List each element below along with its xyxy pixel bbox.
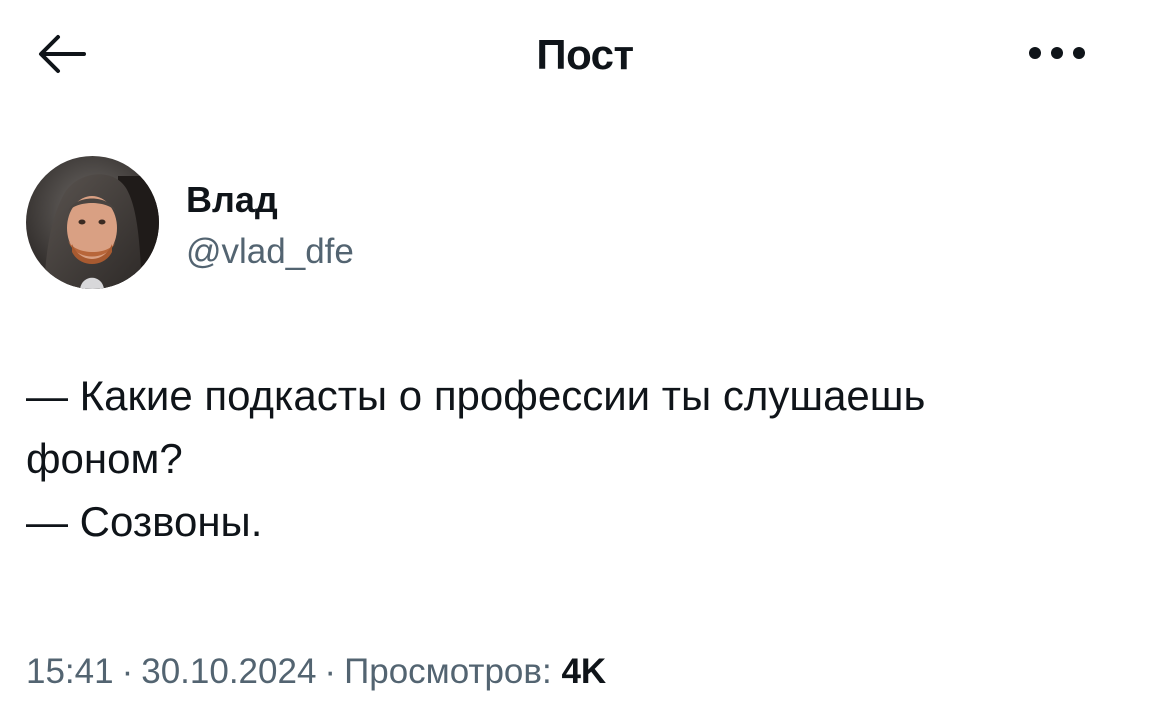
avatar-photo xyxy=(26,156,159,289)
post-time[interactable]: 15:41 xyxy=(26,652,114,691)
meta-separator: · xyxy=(324,652,337,691)
post-text-line: — Какие подкасты о профессии ты слушаешь xyxy=(26,372,926,419)
post-text-line: фоном? xyxy=(26,435,183,482)
views-count[interactable]: 4K xyxy=(561,652,606,691)
author-display-name[interactable]: Влад xyxy=(186,178,278,222)
page-title: Пост xyxy=(536,31,634,78)
more-dots-icon xyxy=(1029,47,1085,59)
post-meta: 15:41 · 30.10.2024 · Просмотров: 4K xyxy=(26,648,606,696)
avatar[interactable] xyxy=(26,156,159,289)
top-bar: Пост xyxy=(0,0,1170,112)
post-text-line: — Созвоны. xyxy=(26,498,263,545)
author-handle[interactable]: @vlad_dfe xyxy=(186,230,354,274)
more-options-button[interactable] xyxy=(1022,28,1092,78)
post-author: Влад @vlad_dfe xyxy=(26,156,726,290)
post-text: — Какие подкасты о профессии ты слушаешь… xyxy=(26,364,1146,553)
post-date[interactable]: 30.10.2024 xyxy=(141,652,316,691)
views-label: Просмотров: xyxy=(344,652,552,691)
meta-separator: · xyxy=(121,652,134,691)
